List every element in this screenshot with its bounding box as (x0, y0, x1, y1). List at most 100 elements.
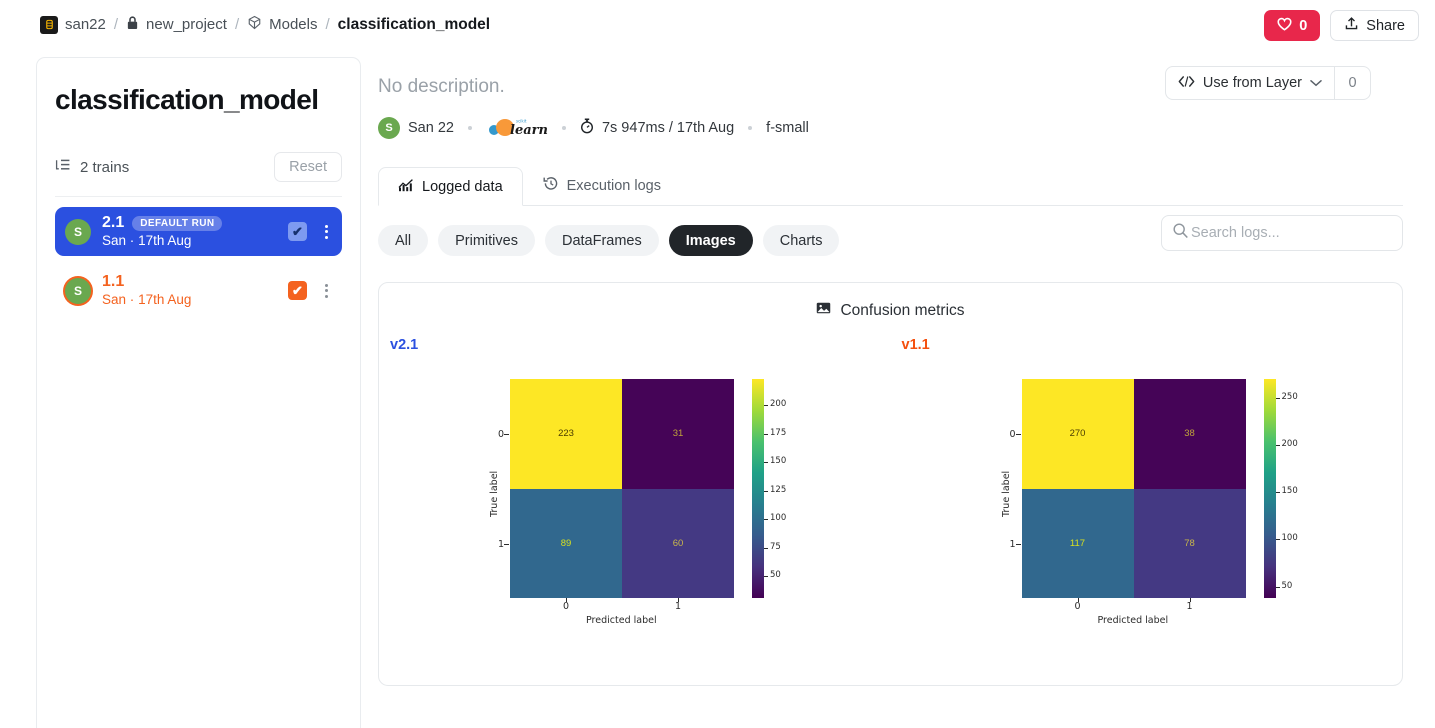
reset-button[interactable]: Reset (274, 152, 342, 182)
run-line-primary: 1.1 (102, 273, 277, 292)
chart-icon (398, 178, 414, 196)
figure-panel-v2-1: v2.1 223 31 89 60 0 1 0 1 True label Pre… (379, 320, 891, 637)
meta-dot (467, 126, 472, 130)
figure-panels: v2.1 223 31 89 60 0 1 0 1 True label Pre… (379, 320, 1402, 637)
meta-dot (748, 126, 753, 130)
trains-row: 2 trains Reset (55, 152, 342, 182)
tab-logged-data[interactable]: Logged data (378, 167, 523, 206)
breadcrumb-label-models: Models (269, 16, 318, 33)
use-from-layer-button[interactable]: Use from Layer (1166, 67, 1334, 99)
y-axis-label: True label (489, 470, 500, 517)
svg-text:learn: learn (510, 123, 548, 138)
x-tick-mark (566, 598, 567, 602)
search-input[interactable] (1191, 225, 1392, 241)
colorbar-tick-label: 175 (770, 427, 787, 438)
x-axis-label: Predicted label (1097, 615, 1169, 626)
tab-execution-logs-label: Execution logs (566, 177, 661, 194)
y-tick-mark (1015, 434, 1021, 435)
filter-pill-primitives[interactable]: Primitives (438, 225, 535, 256)
colorbar-tick-label: 250 (1281, 391, 1298, 402)
run-author: San (102, 232, 127, 248)
x-tick-label: 1 (675, 601, 682, 612)
meta-row: S San 22 learn scikit 7s 947ms / 17th Au… (378, 117, 1403, 139)
run-sep: · (129, 291, 135, 307)
colorbar-tick-mark (764, 462, 768, 464)
confusion-matrix-grid: 270 38 117 78 (1021, 379, 1246, 598)
confusion-cell: 38 (1133, 379, 1246, 489)
run-checkbox[interactable]: ✔ (288, 281, 307, 300)
avatar: S (65, 277, 91, 304)
sidebar-title: classification_model (55, 84, 319, 115)
filter-pills: All Primitives DataFrames Images Charts (378, 215, 1403, 256)
share-button[interactable]: Share (1330, 10, 1419, 41)
sidebar-divider (55, 196, 342, 197)
x-tick-label: 0 (1074, 601, 1081, 612)
run-menu-icon[interactable] (318, 224, 334, 239)
filter-pill-all[interactable]: All (378, 225, 429, 256)
colorbar-tick-mark (1275, 492, 1280, 494)
colorbar-tick-mark (764, 405, 768, 407)
run-version: 1.1 (102, 273, 125, 291)
avatar: S (378, 117, 400, 139)
x-tick-label: 0 (563, 601, 570, 612)
heart-icon (1277, 17, 1292, 35)
confusion-cell: 117 (1021, 488, 1134, 598)
breadcrumb-separator: / (234, 16, 240, 33)
breadcrumb-separator: / (325, 16, 330, 33)
figure-panel-label: v2.1 (390, 337, 419, 353)
breadcrumb-item-org[interactable]: san22 (40, 15, 106, 34)
run-item-1-1[interactable]: S 1.1 San · 17th Aug ✔ (55, 266, 342, 315)
breadcrumb-label-current: classification_model (337, 15, 491, 33)
run-line-secondary: San · 17th Aug (102, 292, 277, 308)
y-axis-label: True label (1000, 470, 1012, 517)
tab-strip: Logged data Execution logs (378, 167, 1403, 206)
search-box[interactable] (1161, 215, 1403, 251)
x-axis-label: Predicted label (586, 615, 657, 626)
confusion-matrix-figure-1: 223 31 89 60 0 1 0 1 True label Predicte… (390, 367, 891, 637)
colorbar (1263, 379, 1276, 598)
colorbar-tick-mark (1275, 539, 1280, 541)
colorbar-tick-label: 150 (1281, 486, 1298, 497)
tab-execution-logs[interactable]: Execution logs (523, 166, 681, 205)
filter-pill-dataframes[interactable]: DataFrames (544, 225, 659, 256)
use-from-layer-box: Use from Layer 0 (1164, 66, 1371, 100)
colorbar-tick-mark (764, 576, 768, 578)
run-text: 1.1 San · 17th Aug (102, 273, 277, 308)
meta-framework: learn scikit (486, 117, 548, 139)
confusion-cell: 223 (510, 379, 622, 489)
breadcrumb-item-project[interactable]: new_project (126, 15, 227, 34)
meta-instance: f-small (766, 120, 809, 136)
trains-summary: 2 trains (55, 158, 129, 176)
x-tick-mark (1189, 598, 1191, 602)
avatar: S (65, 218, 91, 245)
colorbar-tick-mark (764, 490, 768, 492)
colorbar-tick-mark (1275, 586, 1280, 588)
meta-dot (561, 126, 566, 130)
image-icon (816, 301, 831, 320)
confusion-cell: 31 (622, 379, 734, 489)
chevron-down-icon (1310, 75, 1322, 91)
confusion-cell: 60 (622, 488, 734, 598)
log-card: Confusion metrics v2.1 223318960 0 1 (378, 282, 1403, 686)
breadcrumb: san22 / new_project / Models / classific… (40, 15, 490, 34)
trains-label: 2 trains (80, 158, 130, 176)
run-checkbox[interactable]: ✔ (288, 222, 307, 241)
share-icon (1344, 16, 1359, 35)
run-author: San (102, 291, 127, 307)
meta-author-label: San 22 (408, 120, 454, 136)
run-line-primary: 2.1 DEFAULT RUN (102, 214, 277, 233)
filter-pill-charts[interactable]: Charts (762, 225, 840, 256)
like-button[interactable]: 0 (1264, 10, 1321, 41)
run-menu-icon[interactable] (318, 283, 334, 298)
filter-pill-images[interactable]: Images (668, 225, 753, 256)
colorbar-tick-mark (764, 547, 768, 549)
confusion-cell: 78 (1133, 488, 1246, 598)
scikit-learn-logo-icon: learn scikit (486, 117, 548, 139)
tab-logged-data-label: Logged data (422, 178, 503, 195)
breadcrumb-item-models[interactable]: Models (247, 15, 317, 34)
run-item-2-1[interactable]: S 2.1 DEFAULT RUN San · 17th Aug ✔ (55, 207, 342, 256)
meta-author: S San 22 (378, 117, 454, 139)
cube-icon (247, 15, 262, 34)
confusion-matrix-grid: 223 31 89 60 (510, 379, 734, 598)
confusion-cell: 270 (1021, 379, 1134, 489)
